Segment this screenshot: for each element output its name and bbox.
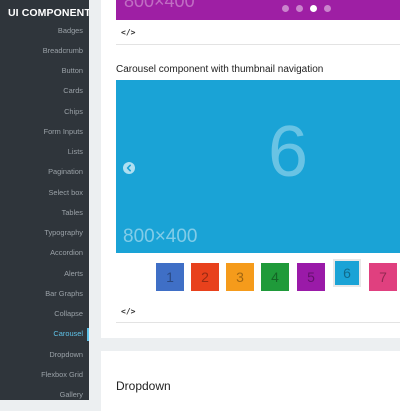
- divider: [116, 44, 400, 45]
- sidebar-item-pagination[interactable]: Pagination: [0, 162, 89, 182]
- carousel-indicator[interactable]: [310, 5, 317, 12]
- carousel-indicator[interactable]: [296, 5, 303, 12]
- sidebar-item-chips[interactable]: Chips: [0, 101, 89, 121]
- slide-caption: 800×400: [123, 226, 198, 247]
- thumbnail-carousel: 6 800×400: [116, 80, 400, 253]
- thumbnail-2[interactable]: 2: [191, 263, 219, 291]
- sidebar-item-form-inputs[interactable]: Form Inputs: [0, 121, 89, 141]
- dropdown-heading: Dropdown: [116, 379, 171, 393]
- slide-number: 6: [268, 112, 309, 192]
- sidebar-item-tables[interactable]: Tables: [0, 202, 89, 222]
- thumbnail-4[interactable]: 4: [261, 263, 289, 291]
- thumbnail-7[interactable]: 7: [369, 263, 397, 291]
- sidebar-item-dropdown[interactable]: Dropdown: [0, 344, 89, 364]
- sidebar-list: Badges Breadcrumb Button Cards Chips Form Inp…: [0, 20, 89, 400]
- thumbnail-5[interactable]: 5: [297, 263, 325, 291]
- sidebar-item-breadcrumb[interactable]: Breadcrumb: [0, 40, 89, 60]
- sidebar-item-carousel[interactable]: Carousel: [0, 324, 89, 344]
- view-code-button[interactable]: </>: [121, 307, 135, 316]
- carousel-panel: 800×400 </> Carousel component with thum…: [101, 0, 400, 338]
- sidebar-item-lists[interactable]: Lists: [0, 142, 89, 162]
- thumbnail-6[interactable]: 6: [333, 259, 361, 287]
- dropdown-panel: Dropdown: [101, 351, 400, 411]
- chevron-left-icon[interactable]: [123, 162, 135, 174]
- sidebar-item-gallery[interactable]: Gallery: [0, 385, 89, 401]
- divider: [116, 322, 400, 323]
- sidebar-item-alerts[interactable]: Alerts: [0, 263, 89, 283]
- sidebar: UI COMPONENTS Badges Breadcrumb Button Card…: [0, 0, 89, 400]
- sidebar-item-cards[interactable]: Cards: [0, 81, 89, 101]
- carousel-indicator[interactable]: [324, 5, 331, 12]
- thumbnail-1[interactable]: 1: [156, 263, 184, 291]
- sidebar-item-flexbox-grid[interactable]: Flexbox Grid: [0, 364, 89, 384]
- section-heading: Carousel component with thumbnail naviga…: [116, 64, 324, 75]
- sidebar-item-badges[interactable]: Badges: [0, 20, 89, 40]
- sidebar-item-button[interactable]: Button: [0, 61, 89, 81]
- top-carousel: 800×400: [116, 0, 400, 20]
- view-code-button[interactable]: </>: [121, 28, 135, 37]
- sidebar-item-typography[interactable]: Typography: [0, 223, 89, 243]
- main-content: 800×400 </> Carousel component with thum…: [89, 0, 400, 411]
- carousel-indicators: [282, 5, 331, 12]
- sidebar-item-select-box[interactable]: Select box: [0, 182, 89, 202]
- sidebar-item-collapse[interactable]: Collapse: [0, 304, 89, 324]
- carousel-indicator[interactable]: [282, 5, 289, 12]
- sidebar-title: UI COMPONENTS: [8, 7, 89, 19]
- sidebar-item-bar-graphs[interactable]: Bar Graphs: [0, 283, 89, 303]
- top-carousel-caption: 800×400: [124, 0, 195, 11]
- sidebar-item-accordion[interactable]: Accordion: [0, 243, 89, 263]
- thumbnail-3[interactable]: 3: [226, 263, 254, 291]
